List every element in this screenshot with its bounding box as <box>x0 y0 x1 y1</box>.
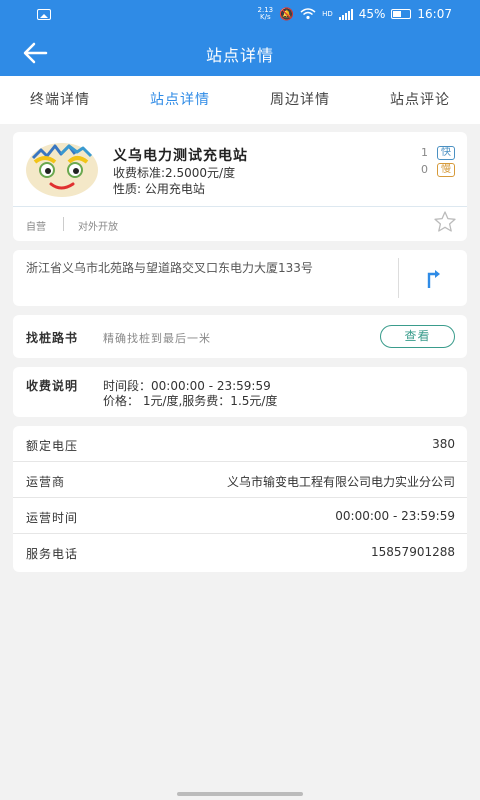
slow-charger-badge: 慢 <box>437 163 455 177</box>
tab-bar: 终端详情 站点详情 周边详情 站点评论 <box>0 76 480 124</box>
page-title: 站点详情 <box>205 46 274 65</box>
favorite-star-icon[interactable] <box>433 210 457 234</box>
tab-terminal-details[interactable]: 终端详情 <box>0 76 120 124</box>
net-speed-unit: K/s <box>260 13 271 21</box>
net-speed: 2.13 K/s <box>258 7 274 21</box>
divider <box>13 206 467 207</box>
fee-standard: 收费标准:2.5000元/度 <box>113 166 236 180</box>
info-row-rated-voltage: 额定电压 380 <box>13 426 467 462</box>
info-label: 服务电话 <box>26 547 79 561</box>
charger-locator-card: 找桩路书 精确找桩到最后一米 查看 <box>13 315 467 358</box>
home-indicator[interactable] <box>177 792 303 796</box>
fee-card: 收费说明 时间段：00:00:00 - 23:59:59 价格： 1元/度,服务… <box>13 367 467 417</box>
slow-charger-count: 0 <box>421 163 428 176</box>
info-value: 00:00:00 - 23:59:59 <box>335 509 455 523</box>
fee-price: 价格： 1元/度,服务费：1.5元/度 <box>103 394 278 408</box>
battery-percent: 45% <box>358 7 386 21</box>
navigate-icon[interactable] <box>421 266 445 290</box>
tab-station-reviews[interactable]: 站点评论 <box>360 76 480 124</box>
mute-icon: 🔕 <box>279 7 295 21</box>
locator-label: 找桩路书 <box>26 331 79 345</box>
info-row-operator: 运营商 义乌市输变电工程有限公司电力实业分公司 <box>13 462 467 498</box>
hd-label: HD <box>322 10 333 18</box>
station-card: 义乌电力测试充电站 收费标准:2.5000元/度 性质: 公用充电站 1 快 0… <box>13 132 467 241</box>
wifi-icon <box>300 8 316 20</box>
locator-description: 精确找桩到最后一米 <box>103 332 211 345</box>
info-row-service-phone: 服务电话 15857901288 <box>13 534 467 572</box>
info-value[interactable]: 15857901288 <box>371 545 455 559</box>
signal-icon <box>338 8 353 20</box>
tab-nearby-details[interactable]: 周边详情 <box>240 76 360 124</box>
info-value: 380 <box>432 437 455 451</box>
info-label: 运营商 <box>26 475 66 489</box>
tag-self-operated: 自营 <box>26 222 46 233</box>
fast-charger-count: 1 <box>421 146 428 159</box>
clock: 16:07 <box>417 7 452 21</box>
tab-station-details[interactable]: 站点详情 <box>120 76 240 124</box>
address-card: 浙江省义乌市北苑路与望道路交叉口东电力大厦133号 <box>13 250 467 306</box>
info-label: 额定电压 <box>26 439 79 453</box>
info-label: 运营时间 <box>26 511 79 525</box>
station-name: 义乌电力测试充电站 <box>113 148 248 164</box>
info-card: 额定电压 380 运营商 义乌市输变电工程有限公司电力实业分公司 运营时间 00… <box>13 426 467 572</box>
fee-label: 收费说明 <box>26 379 79 393</box>
gallery-icon <box>37 9 51 20</box>
station-logo <box>26 143 98 197</box>
status-icons: 2.13 K/s 🔕 HD 45% 16:07 <box>258 7 452 22</box>
tag-divider <box>63 217 64 231</box>
station-nature: 性质: 公用充电站 <box>113 182 205 196</box>
view-button[interactable]: 查看 <box>380 325 455 348</box>
info-value: 义乌市输变电工程有限公司电力实业分公司 <box>226 475 455 489</box>
divider <box>398 258 399 298</box>
info-row-operating-hours: 运营时间 00:00:00 - 23:59:59 <box>13 498 467 534</box>
fast-charger-badge: 快 <box>437 146 455 160</box>
status-bar: 2.13 K/s 🔕 HD 45% 16:07 <box>0 0 480 30</box>
tag-open-to-public: 对外开放 <box>78 222 118 233</box>
nav-bar: 站点详情 <box>0 30 480 76</box>
battery-icon <box>391 9 412 19</box>
station-address: 浙江省义乌市北苑路与望道路交叉口东电力大厦133号 <box>26 261 313 275</box>
